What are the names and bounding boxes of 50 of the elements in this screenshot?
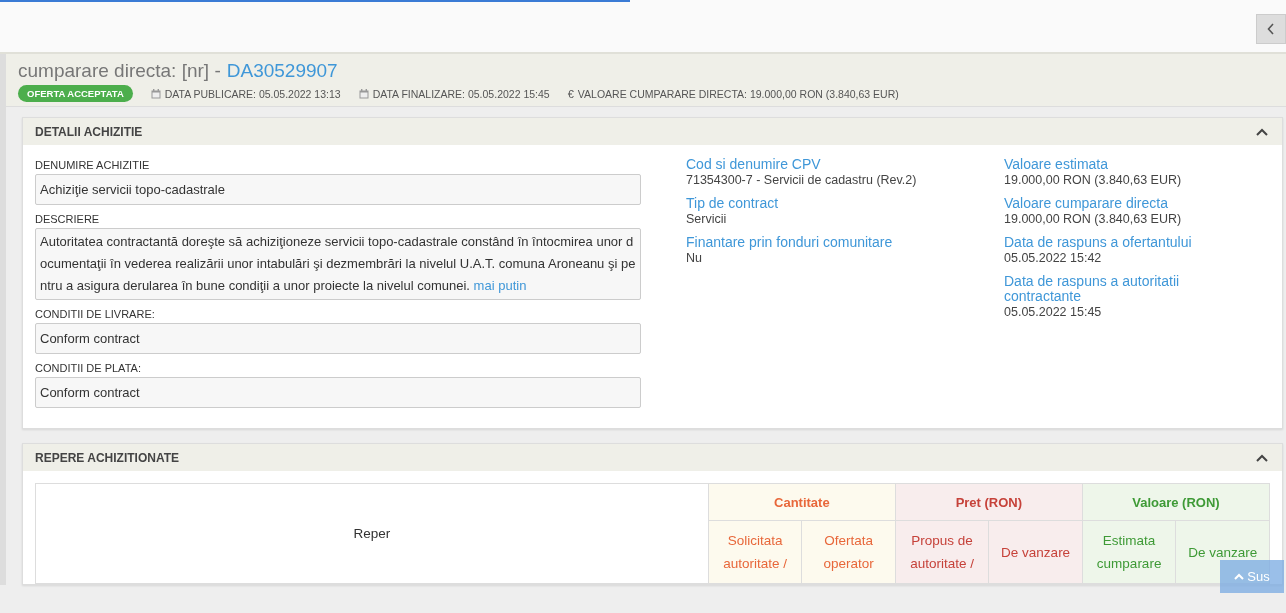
info-label: Cod si denumire CPV — [686, 157, 822, 172]
meta-text: DATA PUBLICARE: 05.05.2022 13:13 — [164, 87, 341, 100]
info-value: 05.05.2022 15:42 — [1004, 251, 1103, 265]
calendar-icon — [358, 88, 369, 99]
chevron-left-icon — [1267, 23, 1275, 35]
info-value: 71354300-7 - Servicii de cadastru (Rev.2) — [686, 173, 918, 187]
column-group-header: Valoare (RON) — [1082, 483, 1270, 521]
table-header: Propus de autoritate / — [895, 520, 989, 584]
chevron-up-icon[interactable] — [1256, 127, 1268, 136]
info-value: 19.000,00 RON (3.840,63 EUR) — [1004, 212, 1183, 226]
back-to-top-button[interactable]: Sus — [1220, 560, 1284, 593]
table-header: Reper — [35, 483, 709, 584]
field-value: Conform contract — [35, 377, 641, 408]
info-label: Finantare prin fonduri comunitare — [686, 235, 894, 250]
currency-symbol: € — [567, 87, 574, 100]
field-value: Conform contract — [35, 323, 641, 354]
chevron-up-icon — [1234, 573, 1245, 580]
table-header: Estimata cumparare — [1082, 520, 1176, 584]
meta-text: VALOARE CUMPARARE DIRECTA: 19.000,00 RON (3.840,63 EUR) — [577, 87, 899, 100]
info-value: Nu — [686, 251, 703, 265]
panel-header[interactable]: DETALII ACHIZITIE — [23, 118, 1282, 145]
table-header: Ofertata operator — [801, 520, 896, 584]
info-label: Tip de contract — [686, 196, 780, 211]
info-value: Servicii — [686, 212, 728, 226]
panel-title: DETALII ACHIZITIE — [35, 124, 143, 139]
info-value: 05.05.2022 15:45 — [1004, 305, 1103, 319]
column-group-header: Cantitate — [708, 483, 896, 521]
info-value: 19.000,00 RON (3.840,63 EUR) — [1004, 173, 1183, 187]
panel-title: REPERE ACHIZITIONATE — [35, 450, 179, 465]
column-group-header: Pret (RON) — [895, 483, 1083, 521]
panel-header[interactable]: REPERE ACHIZITIONATE — [23, 444, 1282, 471]
field-label: DESCRIERE — [35, 213, 101, 225]
field-value: Achiziţie servicii topo-cadastrale — [35, 174, 641, 205]
calendar-icon — [150, 88, 161, 99]
description-text: Autoritatea contractantă doreşte să achiziţioneze servicii topo-cadastrale constând în întocmirea unor documentaţii în vederea realizării unor intabulări şi dezmembrări la nivelul U.A.T. comuna Aroneanu şi pentru a asigura derularea în bune condiţii a unor proiecte la nivelul comunei. mai putin — [40, 234, 636, 293]
meta-text: DATA FINALIZARE: 05.05.2022 15:45 — [372, 87, 550, 100]
field-label: CONDITII DE PLATA: — [35, 362, 142, 374]
status-badge: OFERTA ACCEPTATA — [18, 85, 133, 102]
page-title: cumparare directa: [nr] - — [18, 60, 221, 82]
chevron-up-icon[interactable] — [1256, 453, 1268, 462]
table-header: Solicitata autoritate / — [708, 520, 802, 584]
field-label: DENUMIRE ACHIZITIE — [35, 159, 151, 171]
info-label: Data de raspuns a autoritatii contractante — [1004, 274, 1181, 304]
table-header: De vanzare — [988, 520, 1083, 584]
show-less-link[interactable]: mai putin — [473, 278, 527, 293]
field-label: CONDITII DE LIVRARE: — [35, 308, 156, 320]
info-label: Data de raspuns a ofertantului — [1004, 235, 1193, 250]
info-label: Valoare estimata — [1004, 157, 1109, 172]
info-label: Valoare cumparare directa — [1004, 196, 1169, 211]
procurement-number-link[interactable]: DA30529907 — [226, 60, 338, 82]
